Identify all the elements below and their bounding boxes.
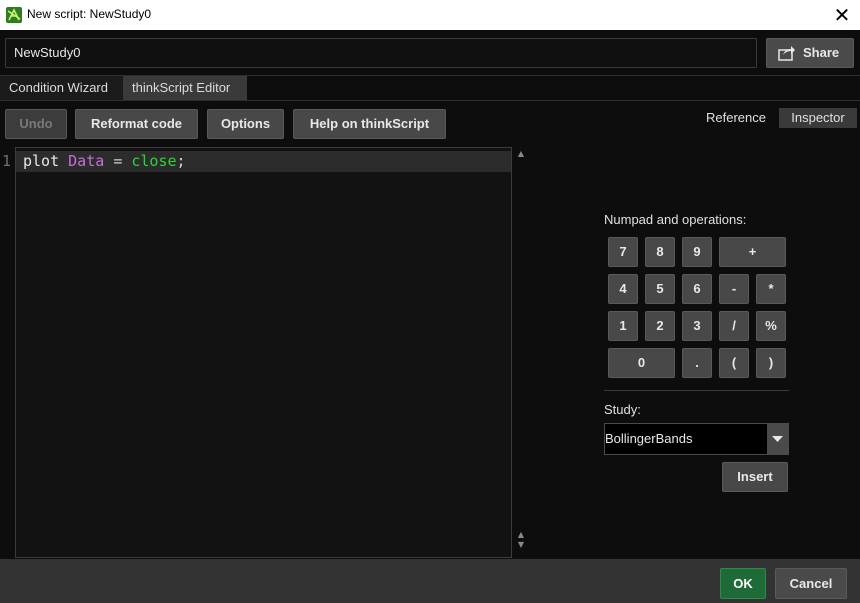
code-terminator: ; (176, 152, 186, 170)
ok-button[interactable]: OK (720, 568, 766, 599)
study-label: Study: (604, 402, 641, 417)
tab-inspector[interactable]: Inspector (779, 108, 857, 128)
tab-thinkscript-editor[interactable]: thinkScript Editor (123, 76, 247, 100)
undo-button[interactable]: Undo (5, 109, 67, 139)
tab-condition-wizard[interactable]: Condition Wizard (0, 76, 123, 100)
reformat-code-button[interactable]: Reformat code (75, 109, 198, 139)
numpad-key-4[interactable]: 4 (608, 274, 638, 304)
code-operator: = (113, 152, 123, 170)
line-number: 1 (1, 152, 11, 170)
numpad-key-7[interactable]: 7 (608, 237, 638, 267)
numpad-key-5[interactable]: 5 (645, 274, 675, 304)
numpad-key-plus[interactable]: + (719, 237, 786, 267)
code-editor[interactable] (15, 147, 512, 558)
editor-scrollbar[interactable] (513, 147, 530, 558)
scroll-up-arrow-icon[interactable]: ▲ (516, 150, 526, 158)
close-icon[interactable]: ✕ (828, 3, 856, 27)
tab-reference[interactable]: Reference (700, 108, 772, 128)
numpad-key-8[interactable]: 8 (645, 237, 675, 267)
numpad-key-minus[interactable]: - (719, 274, 749, 304)
script-name-input[interactable]: NewStudy0 (5, 38, 757, 68)
numpad-key-close-paren[interactable]: ) (756, 348, 786, 378)
scroll-down-arrow-icon[interactable]: ▲ ▼ (516, 530, 526, 550)
study-dropdown-button[interactable] (767, 424, 788, 454)
code-variable: Data (68, 152, 105, 170)
code-keyword: plot (23, 152, 60, 170)
numpad-key-percent[interactable]: % (756, 311, 786, 341)
window-title: New script: NewStudy0 (27, 7, 152, 21)
cancel-button[interactable]: Cancel (775, 568, 847, 599)
numpad-divider (604, 390, 789, 391)
numpad-key-3[interactable]: 3 (682, 311, 712, 341)
numpad-key-divide[interactable]: / (719, 311, 749, 341)
code-function: close (131, 152, 177, 170)
help-on-thinkscript-button[interactable]: Help on thinkScript (293, 109, 446, 139)
study-selected-value: BollingerBands (605, 431, 693, 446)
tabs-bottom-divider (0, 100, 860, 101)
app-icon (6, 7, 22, 23)
chevron-down-icon (772, 436, 783, 442)
numpad-key-0[interactable]: 0 (608, 348, 675, 378)
editor-gutter (0, 147, 15, 558)
code-line[interactable]: plot Data = close; (23, 151, 186, 172)
options-button[interactable]: Options (207, 109, 284, 139)
share-label: Share (803, 45, 840, 60)
numpad-key-dot[interactable]: . (682, 348, 712, 378)
share-button[interactable]: Share (766, 38, 854, 68)
numpad-key-6[interactable]: 6 (682, 274, 712, 304)
numpad-key-open-paren[interactable]: ( (719, 348, 749, 378)
numpad-title: Numpad and operations: (604, 212, 747, 227)
share-icon (778, 46, 795, 61)
numpad-key-multiply[interactable]: * (756, 274, 786, 304)
numpad-key-2[interactable]: 2 (645, 311, 675, 341)
numpad-key-1[interactable]: 1 (608, 311, 638, 341)
insert-button[interactable]: Insert (722, 462, 788, 492)
numpad-key-9[interactable]: 9 (682, 237, 712, 267)
